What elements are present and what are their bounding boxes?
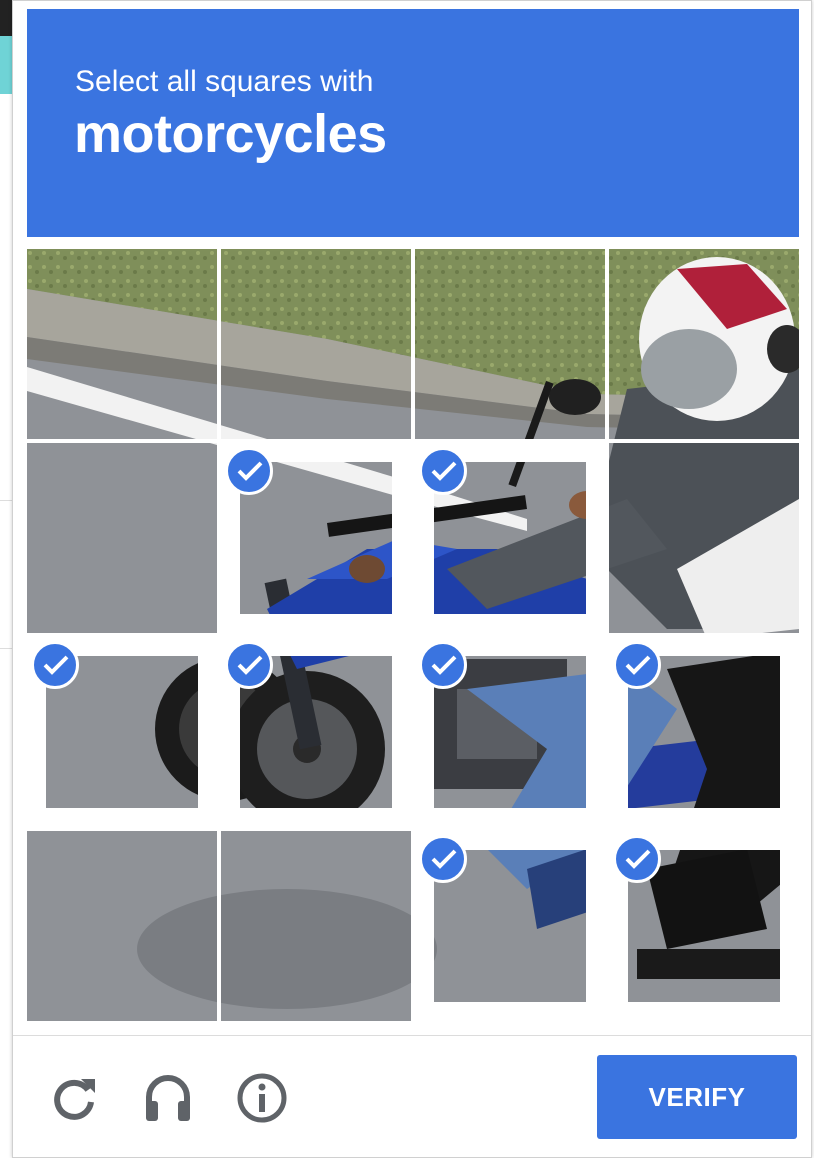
tile-image <box>415 249 605 439</box>
checkmark-icon <box>419 641 467 689</box>
grid-tile[interactable] <box>27 249 217 439</box>
grid-tile[interactable] <box>27 831 217 1021</box>
tile-image <box>221 831 411 1021</box>
grid-tile[interactable] <box>27 637 217 827</box>
checkmark-icon <box>613 641 661 689</box>
captcha-dialog: Select all squares with motorcycles VERI… <box>12 0 812 1158</box>
verify-button[interactable]: VERIFY <box>597 1055 797 1139</box>
image-grid <box>27 249 799 1021</box>
grid-tile[interactable] <box>221 637 411 827</box>
grid-tile[interactable] <box>221 831 411 1021</box>
tile-image <box>27 443 217 633</box>
footer-divider <box>13 1035 811 1036</box>
grid-tile[interactable] <box>609 831 799 1021</box>
grid-tile[interactable] <box>415 831 605 1021</box>
checkmark-icon <box>31 641 79 689</box>
checkmark-icon <box>419 447 467 495</box>
tile-image <box>27 831 217 1021</box>
grid-tile[interactable] <box>415 249 605 439</box>
challenge-target: motorcycles <box>74 104 387 164</box>
grid-tile[interactable] <box>609 637 799 827</box>
tile-image <box>27 249 217 439</box>
challenge-header: Select all squares with motorcycles <box>27 9 799 237</box>
challenge-instruction: Select all squares with <box>75 65 374 98</box>
info-icon[interactable] <box>235 1071 289 1125</box>
checkmark-icon <box>225 447 273 495</box>
reload-icon[interactable] <box>47 1071 101 1125</box>
grid-tile[interactable] <box>221 249 411 439</box>
grid-tile[interactable] <box>27 443 217 633</box>
tile-image <box>609 443 799 633</box>
headphones-icon[interactable] <box>141 1071 195 1125</box>
checkmark-icon <box>419 835 467 883</box>
grid-tile[interactable] <box>415 443 605 633</box>
checkmark-icon <box>613 835 661 883</box>
tile-image <box>221 249 411 439</box>
grid-tile[interactable] <box>221 443 411 633</box>
grid-tile[interactable] <box>609 443 799 633</box>
grid-tile[interactable] <box>609 249 799 439</box>
grid-tile[interactable] <box>415 637 605 827</box>
checkmark-icon <box>225 641 273 689</box>
tile-image <box>609 249 799 439</box>
